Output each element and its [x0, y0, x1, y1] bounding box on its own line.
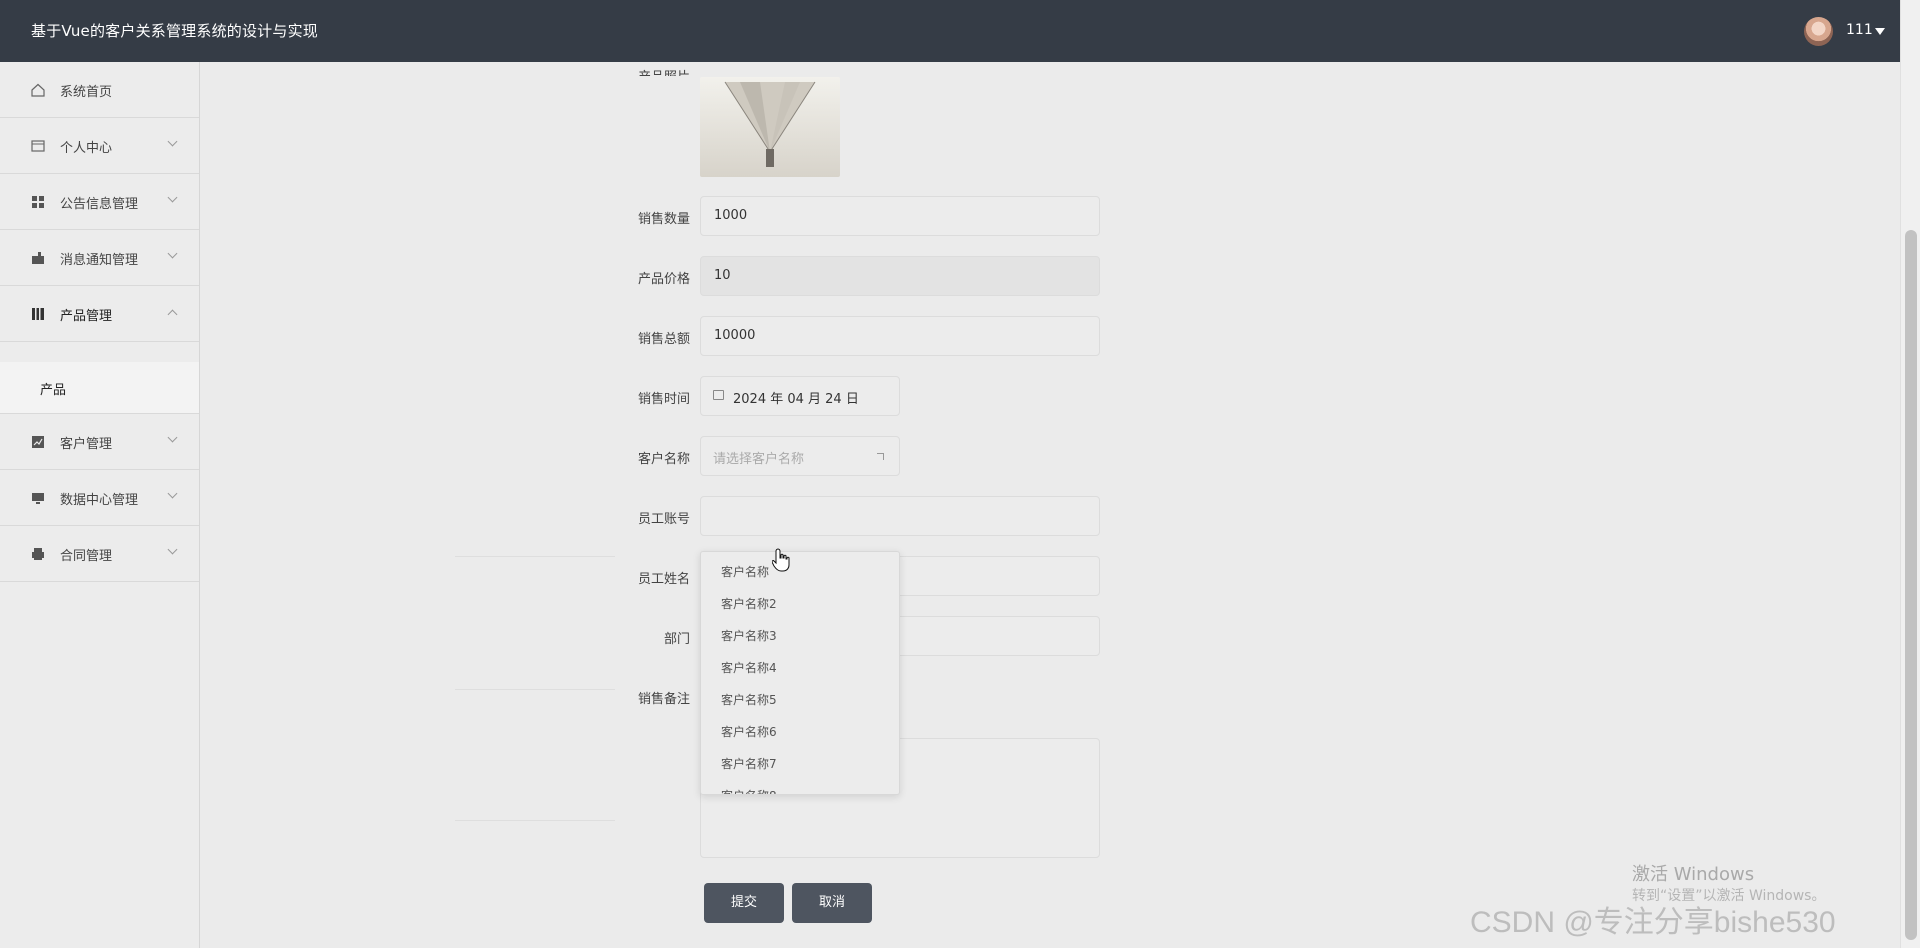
total-value: 10000 [714, 328, 756, 343]
customer-label: 客户名称 [637, 452, 690, 467]
chevron-down-icon [167, 248, 178, 259]
sidebar-item-label: 产品管理 [60, 309, 113, 324]
price-label: 产品价格 [637, 272, 690, 287]
total-input[interactable]: 10000 [700, 316, 1100, 356]
quantity-label: 销售数量 [637, 212, 690, 227]
photo-label: 产品照片 [530, 62, 690, 76]
hand-cursor-icon [772, 548, 790, 572]
sidebar-item-message[interactable]: 消息通知管理 [0, 230, 199, 286]
customer-dropdown: 客户名称 客户名称2 客户名称3 客户名称4 客户名称5 客户名称6 客户名称7… [700, 551, 900, 795]
dropdown-option[interactable]: 客户名称 [721, 563, 769, 580]
sidebar-item-label: 系统首页 [60, 85, 113, 100]
price-input[interactable]: 10 [700, 256, 1100, 296]
activate-windows-title: 激活 Windows [1632, 864, 1755, 885]
csdn-watermark: CSDN @专注分享bishe530 [1470, 906, 1836, 939]
chevron-up-icon [877, 453, 884, 460]
scrollbar-thumb[interactable] [1905, 230, 1917, 940]
sidebar: 系统首页 个人中心 公告信息管理 消息通知管理 产品管理 产品 客户管理 数据中… [0, 62, 200, 948]
date-value: 2024 年 04 月 24 日 [733, 392, 859, 407]
divider [455, 820, 615, 821]
customer-select[interactable]: 请选择客户名称 [700, 436, 900, 476]
dropdown-option[interactable]: 客户名称7 [721, 755, 777, 772]
product-photo[interactable] [700, 77, 840, 177]
sidebar-item-label: 合同管理 [60, 549, 113, 564]
dropdown-option[interactable]: 客户名称3 [721, 627, 777, 644]
home-icon [31, 83, 45, 97]
submit-button[interactable]: 提交 [704, 883, 784, 923]
sidebar-item-label: 数据中心管理 [60, 493, 139, 508]
profile-card-icon [31, 140, 45, 152]
department-label: 部门 [663, 632, 690, 647]
sidebar-item-contract[interactable]: 合同管理 [0, 526, 199, 582]
dropdown-option[interactable]: 客户名称5 [721, 691, 777, 708]
dropdown-option[interactable]: 客户名称2 [721, 595, 777, 612]
printer-icon [32, 548, 44, 560]
quantity-input[interactable]: 1000 [700, 196, 1100, 236]
chevron-down-icon [167, 544, 178, 555]
grid-icon [32, 196, 44, 208]
book-icon [32, 308, 44, 320]
username[interactable]: 111 [1846, 22, 1873, 38]
top-bar: 基于Vue的客户关系管理系统的设计与实现 111 [0, 0, 1900, 62]
sidebar-item-data-center[interactable]: 数据中心管理 [0, 470, 199, 526]
divider [455, 556, 615, 557]
cancel-button[interactable]: 取消 [792, 883, 872, 923]
sidebar-item-customer[interactable]: 客户管理 [0, 414, 199, 470]
total-label: 销售总额 [637, 332, 690, 347]
quantity-value: 1000 [714, 208, 748, 223]
sidebar-item-label: 公告信息管理 [60, 197, 139, 212]
remark-label: 销售备注 [637, 692, 690, 707]
employee-account-label: 员工账号 [637, 512, 690, 527]
divider [455, 689, 615, 690]
sidebar-subitem-label: 产品 [40, 383, 67, 398]
chevron-up-icon [167, 309, 178, 320]
customer-placeholder: 请选择客户名称 [713, 452, 805, 467]
mail-icon [32, 252, 44, 264]
main-content: 产品照片 销售数量 1000 产品价格 10 销售总额 10000 销售时间 2… [200, 62, 1900, 948]
sidebar-item-notice[interactable]: 公告信息管理 [0, 174, 199, 230]
avatar-icon[interactable] [1804, 17, 1833, 46]
sidebar-item-label: 客户管理 [60, 437, 113, 452]
sidebar-item-profile[interactable]: 个人中心 [0, 118, 199, 174]
chart-icon [32, 436, 44, 448]
chevron-down-icon [167, 488, 178, 499]
sidebar-subitem-product[interactable]: 产品 [0, 362, 199, 414]
sidebar-item-label: 个人中心 [60, 141, 113, 156]
app-title: 基于Vue的客户关系管理系统的设计与实现 [31, 22, 318, 40]
price-value: 10 [714, 268, 731, 283]
calendar-icon [713, 390, 724, 400]
sidebar-item-product[interactable]: 产品管理 [0, 286, 199, 342]
date-label: 销售时间 [637, 392, 690, 407]
sidebar-item-label: 消息通知管理 [60, 253, 139, 268]
sidebar-item-home[interactable]: 系统首页 [0, 62, 199, 118]
dropdown-option[interactable]: 客户名称6 [721, 723, 777, 740]
dropdown-option[interactable]: 客户名称8 [721, 787, 777, 794]
monitor-icon [32, 493, 44, 504]
chevron-down-icon [167, 192, 178, 203]
vertical-scrollbar[interactable] [1900, 0, 1920, 948]
umbrella-image-icon [724, 81, 816, 167]
dropdown-option[interactable]: 客户名称4 [721, 659, 777, 676]
date-picker[interactable]: 2024 年 04 月 24 日 [700, 376, 900, 416]
caret-down-icon[interactable] [1875, 28, 1885, 35]
employee-name-label: 员工姓名 [637, 572, 690, 587]
chevron-down-icon [167, 432, 178, 443]
employee-account-input[interactable] [700, 496, 1100, 536]
chevron-down-icon [167, 136, 178, 147]
